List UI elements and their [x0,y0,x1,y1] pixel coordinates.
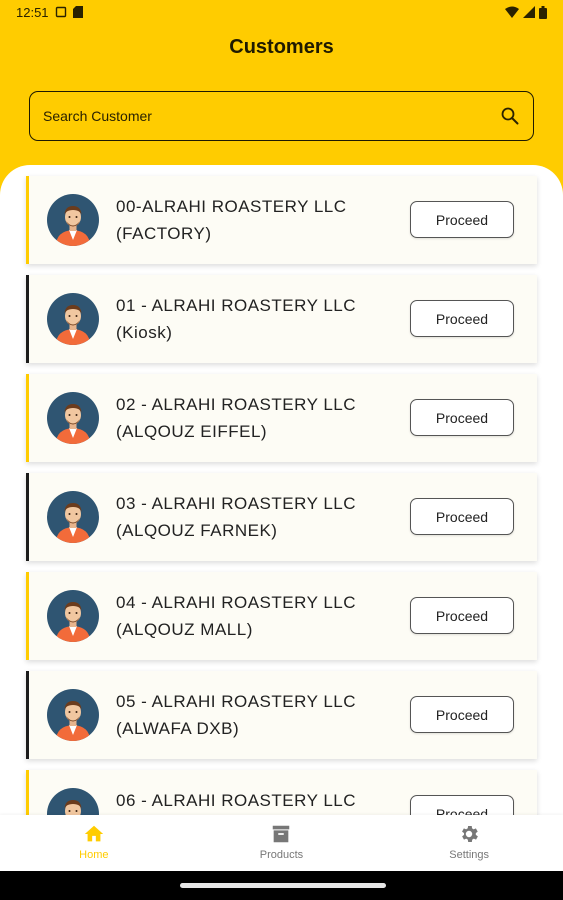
customer-card[interactable]: 05 - ALRAHI ROASTERY LLC (ALWAFA DXB) Pro… [26,671,537,759]
customer-name: 01 - ALRAHI ROASTERY LLC (Kiosk) [116,296,357,342]
wifi-icon [505,6,519,18]
nav-products-label: Products [259,849,304,861]
gesture-navigation-bar [0,871,563,900]
customer-card[interactable]: 03 - ALRAHI ROASTERY LLC (ALQOUZ FARNEK)… [26,473,537,561]
avatar [47,392,99,444]
avatar [47,491,99,543]
proceed-button[interactable]: Proceed [410,696,514,733]
avatar [47,590,99,642]
customer-name: 06 - ALRAHI ROASTERY LLC [116,791,357,810]
signal-icon [523,6,535,18]
sd-card-icon [72,6,83,18]
page-title: Customers [229,36,334,58]
customer-name: 04 - ALRAHI ROASTERY LLC (ALQOUZ MALL) [116,593,357,639]
customer-card[interactable]: 02 - ALRAHI ROASTERY LLC (ALQOUZ EIFFEL)… [26,374,537,462]
nav-home-label: Home [79,849,109,861]
nav-settings-label: Settings [449,849,490,861]
screen-notification-icon [55,6,66,18]
proceed-button[interactable]: Proceed [410,300,514,337]
proceed-button[interactable]: Proceed [410,399,514,436]
gear-icon [462,826,479,842]
proceed-button[interactable]: Proceed [410,498,514,535]
archive-box-icon [273,825,290,843]
customer-list[interactable]: 00-ALRAHI ROASTERY LLC (FACTORY) Proceed … [0,165,563,815]
customer-card[interactable]: 00-ALRAHI ROASTERY LLC (FACTORY) Proceed [26,176,537,264]
customer-card[interactable]: 01 - ALRAHI ROASTERY LLC (Kiosk) Proceed [26,275,537,363]
avatar [47,689,99,741]
customer-name: 02 - ALRAHI ROASTERY LLC (ALQOUZ EIFFEL) [116,395,357,441]
search-icon[interactable] [499,105,521,127]
customer-name: 00-ALRAHI ROASTERY LLC (FACTORY) [116,197,347,243]
avatar [47,788,99,815]
proceed-button[interactable]: Proceed [410,597,514,634]
bottom-navigation: Home Products Settings [0,815,563,871]
avatar [47,293,99,345]
battery-icon [539,5,547,19]
home-icon [84,825,103,842]
customer-card[interactable]: 04 - ALRAHI ROASTERY LLC (ALQOUZ MALL) Pr… [26,572,537,660]
avatar [47,194,99,246]
search-bar[interactable] [29,91,534,141]
home-gesture-handle[interactable] [180,883,386,888]
status-bar: 12:51 [0,0,563,24]
status-time: 12:51 [16,4,49,20]
customer-name: 03 - ALRAHI ROASTERY LLC (ALQOUZ FARNEK) [116,494,357,540]
nav-products[interactable]: Products [221,815,341,871]
nav-home[interactable]: Home [34,815,154,871]
proceed-button[interactable]: Proceed [410,795,514,815]
nav-settings[interactable]: Settings [409,815,529,871]
customer-name: 05 - ALRAHI ROASTERY LLC (ALWAFA DXB) [116,692,357,738]
customer-card[interactable]: 06 - ALRAHI ROASTERY LLC Proceed [26,770,537,815]
proceed-button[interactable]: Proceed [410,201,514,238]
search-input[interactable] [41,107,499,125]
